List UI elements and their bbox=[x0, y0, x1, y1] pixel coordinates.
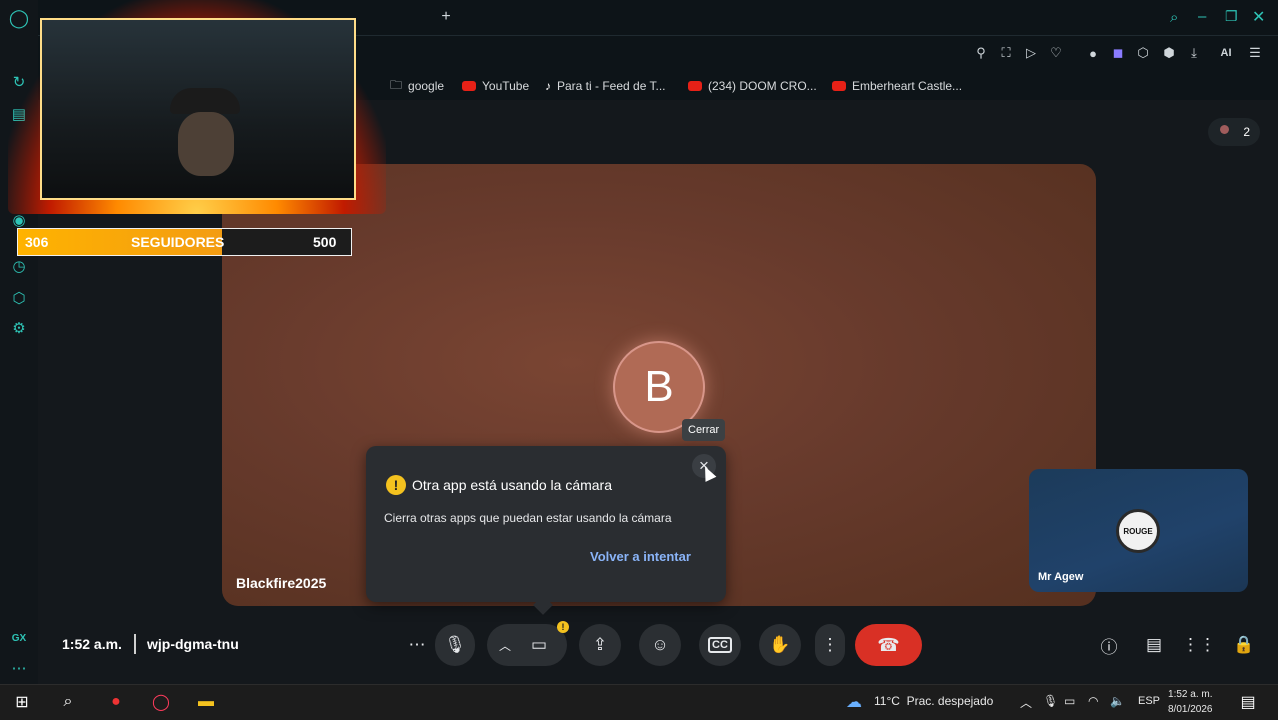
webcam-person-cap bbox=[170, 88, 240, 114]
ai-button[interactable]: AI bbox=[1212, 44, 1240, 62]
reactions-button[interactable]: ☺ bbox=[639, 624, 681, 666]
emoji-icon: ☺ bbox=[651, 635, 669, 654]
close-tooltip: Cerrar bbox=[682, 419, 726, 441]
tray-battery-icon[interactable]: ▭ bbox=[1064, 694, 1075, 708]
camera-button[interactable]: ︿ ▭ bbox=[487, 624, 567, 666]
folder-icon: 🗀 bbox=[390, 77, 403, 92]
tray-chevron-icon[interactable]: ︿ bbox=[1020, 694, 1032, 711]
microphone-button[interactable]: 🎙 bbox=[435, 624, 475, 666]
retry-button[interactable]: Volver a intentar bbox=[590, 549, 691, 564]
raise-hand-button[interactable]: ✋ bbox=[759, 624, 801, 666]
bookmark-label: (234) DOOM CRO... bbox=[708, 79, 817, 93]
notifications-icon[interactable]: ▤ bbox=[1236, 690, 1260, 714]
vertical-dots-icon: ⋮ bbox=[821, 635, 839, 654]
follower-goal-target: 500 bbox=[313, 234, 337, 250]
microphone-icon: 🎙 bbox=[444, 635, 466, 654]
end-call-button[interactable]: ☎ bbox=[855, 624, 922, 666]
bookmark-emberheart[interactable]: Emberheart Castle... bbox=[832, 72, 962, 100]
more-actions-button[interactable]: ⋮ bbox=[815, 624, 845, 666]
hand-icon: ✋ bbox=[769, 635, 791, 654]
activities-icon[interactable]: ⋮⋮ bbox=[1182, 634, 1216, 656]
camera-warning-badge: ! bbox=[557, 621, 569, 633]
history-icon[interactable]: ◷ bbox=[9, 256, 29, 276]
gx-icon[interactable]: GX bbox=[9, 628, 29, 648]
hang-up-icon: ☎ bbox=[877, 634, 900, 655]
taskbar-clock[interactable]: 1:52 a. m. 8/01/2026 bbox=[1168, 687, 1213, 717]
clock-date: 8/01/2026 bbox=[1168, 704, 1213, 715]
weather-widget[interactable]: 11°C Prac. despejado bbox=[874, 694, 993, 708]
input-language[interactable]: ESP bbox=[1138, 695, 1160, 707]
file-explorer-icon[interactable]: ▬ bbox=[194, 690, 218, 714]
opera-gx-taskbar-icon[interactable]: ◯ bbox=[149, 690, 173, 714]
main-participant-name: Blackfire2025 bbox=[236, 575, 327, 591]
bookmark-label: Para ti - Feed de T... bbox=[557, 79, 666, 93]
download-icon[interactable]: ⤓ bbox=[1185, 44, 1203, 62]
more-options-button[interactable]: ⋯ bbox=[397, 624, 437, 666]
search-icon[interactable]: ⌕ bbox=[1170, 9, 1178, 26]
captions-icon: CC bbox=[708, 637, 732, 653]
self-avatar-logo: ROUGE bbox=[1116, 509, 1160, 553]
bookmark-tiktok[interactable]: ♪ Para ti - Feed de T... bbox=[545, 72, 666, 100]
warning-icon: ! bbox=[386, 475, 406, 495]
host-controls-icon[interactable]: 🔒 bbox=[1233, 634, 1255, 656]
weather-temperature: 11°C bbox=[874, 694, 900, 708]
heart-icon[interactable]: ♡ bbox=[1047, 44, 1065, 62]
tray-mic-icon[interactable]: 🎙 bbox=[1043, 694, 1058, 708]
divider bbox=[134, 634, 136, 654]
chevron-up-icon: ︿ bbox=[499, 638, 512, 653]
dialog-body: Cierra otras apps que puedan estar usand… bbox=[384, 511, 672, 525]
minimize-icon[interactable]: – bbox=[1198, 8, 1206, 25]
meeting-info-icon[interactable]: ⓘ bbox=[1098, 634, 1120, 657]
dialog-title: Otra app está usando la cámara bbox=[412, 477, 613, 493]
meeting-time: 1:52 a.m. bbox=[62, 636, 122, 652]
play-icon[interactable]: ▷ bbox=[1022, 44, 1040, 62]
participant-avatar-icon bbox=[1220, 125, 1229, 134]
puzzle-icon[interactable]: ⬡ bbox=[1134, 44, 1152, 62]
present-icon: ⇪ bbox=[592, 635, 608, 654]
participant-count: 2 bbox=[1243, 125, 1250, 139]
present-screen-button[interactable]: ⇪ bbox=[579, 624, 621, 666]
bookmark-label: google bbox=[408, 79, 445, 93]
tray-volume-icon[interactable]: 🔈 bbox=[1110, 694, 1125, 708]
youtube-icon bbox=[462, 81, 476, 91]
extensions-icon[interactable]: ⬡ bbox=[9, 288, 29, 308]
tiktok-icon: ♪ bbox=[545, 79, 551, 93]
bookmark-youtube[interactable]: YouTube bbox=[462, 72, 529, 100]
self-participant-name: Mr Agew bbox=[1038, 571, 1084, 583]
app-icon[interactable]: ● bbox=[104, 690, 128, 714]
extension-2-icon[interactable]: ◼ bbox=[1109, 44, 1127, 62]
windows-start-icon[interactable]: ⊞ bbox=[10, 690, 34, 714]
bookmark-doom[interactable]: (234) DOOM CRO... bbox=[688, 72, 817, 100]
youtube-icon bbox=[832, 81, 846, 91]
bookmark-label: YouTube bbox=[482, 79, 530, 93]
windows-taskbar bbox=[0, 684, 1278, 720]
snapshot-icon[interactable]: ⛶ bbox=[997, 44, 1015, 62]
bookmark-google[interactable]: 🗀 google bbox=[390, 72, 444, 100]
weather-icon: ☁ bbox=[846, 694, 862, 711]
pin-icon[interactable]: ⚲ bbox=[972, 44, 990, 62]
taskbar-search-icon[interactable]: ⌕ bbox=[56, 690, 80, 714]
webcam-person-face bbox=[178, 112, 234, 176]
ellipsis-icon: ⋯ bbox=[408, 635, 426, 654]
follower-current-count: 306 bbox=[25, 234, 49, 250]
close-window-icon[interactable]: ✕ bbox=[1252, 7, 1265, 27]
bookmark-label: Emberheart Castle... bbox=[852, 79, 963, 93]
cube-icon[interactable]: ⬢ bbox=[1160, 44, 1178, 62]
tray-wifi-icon[interactable]: ◠ bbox=[1088, 694, 1098, 708]
camera-icon: ▭ bbox=[531, 635, 548, 654]
weather-description: Prac. despejado bbox=[906, 694, 994, 708]
follower-goal-label: SEGUIDORES bbox=[131, 234, 225, 250]
youtube-icon bbox=[688, 81, 702, 91]
clock-time: 1:52 a. m. bbox=[1168, 689, 1213, 700]
chat-icon[interactable]: ▤ bbox=[1143, 634, 1165, 656]
extension-1-icon[interactable]: ● bbox=[1084, 44, 1102, 62]
participants-button[interactable]: 2 bbox=[1208, 118, 1260, 146]
more-dots-icon[interactable]: ⋯ bbox=[9, 658, 29, 678]
menu-icon[interactable]: ☰ bbox=[1246, 44, 1264, 62]
meeting-code: wjp-dgma-tnu bbox=[147, 636, 239, 652]
maximize-icon[interactable]: ❐ bbox=[1225, 8, 1238, 25]
new-tab-button[interactable]: + bbox=[437, 8, 455, 26]
settings-gear-icon[interactable]: ⚙ bbox=[9, 318, 29, 338]
captions-button[interactable]: CC bbox=[699, 624, 741, 666]
